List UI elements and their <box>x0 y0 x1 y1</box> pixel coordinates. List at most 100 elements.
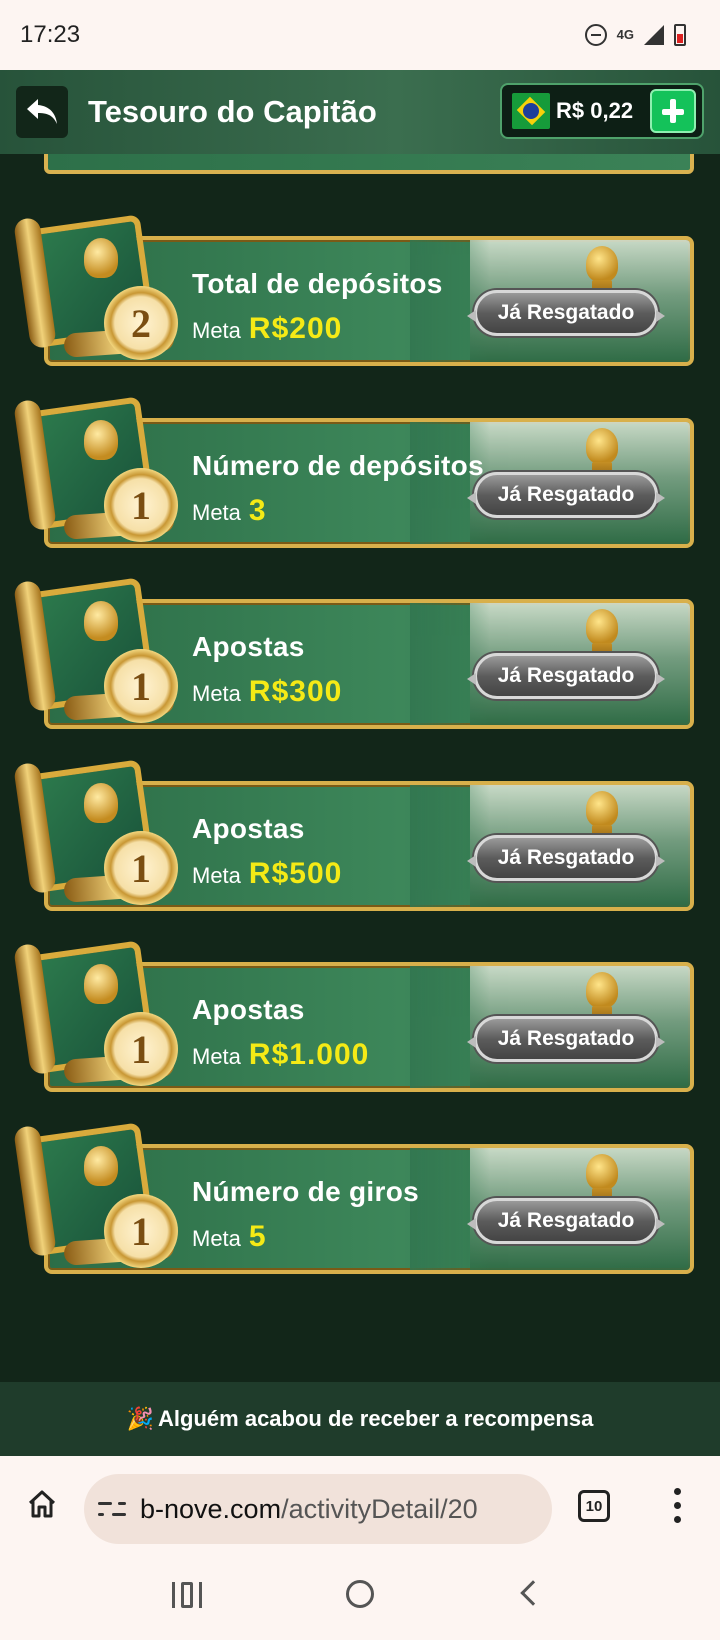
rank-medal: 1 <box>104 468 178 542</box>
rank-number: 1 <box>131 845 151 891</box>
claimed-button[interactable]: Já Resgatado <box>467 472 665 518</box>
meta-line: Meta R$200 <box>192 312 342 346</box>
meta-line: Meta 5 <box>192 1220 267 1254</box>
site-settings-icon[interactable] <box>98 1497 128 1521</box>
cup-icon <box>84 1146 118 1186</box>
claimed-label: Já Resgatado <box>497 1209 635 1232</box>
page-title: Tesouro do Capitão <box>88 94 377 129</box>
meta-label: Meta <box>192 863 241 888</box>
app-header: Tesouro do Capitão R$ 0,22 <box>0 70 720 154</box>
meta-line: Meta R$1.000 <box>192 1038 369 1072</box>
claimed-label: Já Resgatado <box>497 483 635 506</box>
rank-medal: 1 <box>104 1194 178 1268</box>
meta-value: R$300 <box>248 675 343 708</box>
notice-text: Alguém acabou de receber a recompensa <box>158 1406 594 1431</box>
task-card: 2 Total de depósitos Meta R$200 Já Resga… <box>0 212 720 372</box>
meta-value: R$200 <box>248 312 343 345</box>
meta-value: R$500 <box>248 857 343 890</box>
meta-label: Meta <box>192 500 241 525</box>
add-funds-button[interactable] <box>650 89 696 133</box>
scroll-icon: 1 <box>13 1120 178 1280</box>
tabs-button[interactable]: 10 <box>578 1490 610 1522</box>
task-title: Total de depósitos <box>192 268 443 299</box>
scroll-icon: 1 <box>13 394 178 554</box>
task-list: 2 Total de depósitos Meta R$200 Já Resga… <box>0 154 720 1382</box>
claimed-label: Já Resgatado <box>497 301 635 324</box>
claimed-button[interactable]: Já Resgatado <box>467 290 665 336</box>
browser-toolbar: b-nove.com/activityDetail/20 10 <box>0 1456 720 1556</box>
scroll-icon: 1 <box>13 575 178 735</box>
rank-medal: 1 <box>104 649 178 723</box>
meta-line: Meta R$500 <box>192 857 342 891</box>
scroll-icon: 1 <box>13 938 178 1098</box>
task-card: 1 Apostas Meta R$1.000 Já Resgatado <box>0 938 720 1098</box>
cup-icon <box>84 238 118 278</box>
cup-icon <box>84 420 118 460</box>
rank-number: 1 <box>131 1026 151 1072</box>
task-card: 1 Apostas Meta R$500 Já Resgatado <box>0 757 720 917</box>
task-title: Apostas <box>192 994 305 1025</box>
meta-value: 5 <box>248 1220 267 1253</box>
claimed-button[interactable]: Já Resgatado <box>467 1198 665 1244</box>
url-field[interactable]: b-nove.com/activityDetail/20 <box>84 1474 552 1544</box>
task-card: 1 Número de giros Meta 5 Já Resgatado <box>0 1120 720 1280</box>
status-icons: 4G <box>584 24 686 46</box>
rank-medal: 1 <box>104 1012 178 1086</box>
meta-label: Meta <box>192 1044 241 1069</box>
scroll-icon: 2 <box>13 212 178 372</box>
url-path: /activityDetail/20 <box>281 1493 478 1524</box>
meta-label: Meta <box>192 1226 241 1251</box>
meta-value: 3 <box>248 494 267 527</box>
home-nav-button[interactable] <box>346 1580 374 1608</box>
clock: 17:23 <box>20 21 81 48</box>
status-bar: 17:23 4G <box>0 0 720 70</box>
url-text: b-nove.com/activityDetail/20 <box>140 1494 478 1525</box>
partial-task-card <box>44 154 694 174</box>
task-title: Número de giros <box>192 1176 419 1207</box>
meta-label: Meta <box>192 318 241 343</box>
task-title: Número de depósitos <box>192 450 484 481</box>
task-card: 1 Número de depósitos Meta 3 Já Resgatad… <box>0 394 720 554</box>
dnd-icon <box>584 24 607 46</box>
network-type: 4G <box>616 27 634 42</box>
cup-icon <box>84 783 118 823</box>
signal-icon <box>644 25 664 45</box>
back-arrow-icon <box>27 99 57 124</box>
rank-number: 1 <box>131 663 151 709</box>
rank-number: 1 <box>131 1208 151 1254</box>
cup-icon <box>84 964 118 1004</box>
cup-icon <box>84 601 118 641</box>
rank-number: 2 <box>131 300 151 346</box>
rank-medal: 2 <box>104 286 178 360</box>
tab-count: 10 <box>585 1497 603 1515</box>
meta-label: Meta <box>192 681 241 706</box>
claimed-button[interactable]: Já Resgatado <box>467 1016 665 1062</box>
task-card: 1 Apostas Meta R$300 Já Resgatado <box>0 575 720 735</box>
home-icon[interactable] <box>26 1488 58 1520</box>
task-title: Apostas <box>192 631 305 662</box>
claimed-label: Já Resgatado <box>497 664 635 687</box>
url-domain: b-nove.com <box>140 1493 282 1524</box>
claimed-button[interactable]: Já Resgatado <box>467 653 665 699</box>
claimed-label: Já Resgatado <box>497 846 635 869</box>
rank-number: 1 <box>131 482 151 528</box>
meta-line: Meta 3 <box>192 494 267 528</box>
balance-box[interactable]: R$ 0,22 <box>500 83 704 139</box>
back-button[interactable] <box>16 86 68 138</box>
party-popper-icon: 🎉 <box>126 1406 155 1431</box>
balance-amount: R$ 0,22 <box>556 98 634 123</box>
recents-button[interactable] <box>172 1582 202 1608</box>
claimed-button[interactable]: Já Resgatado <box>467 835 665 881</box>
browser-menu-icon[interactable] <box>668 1488 688 1524</box>
claimed-label: Já Resgatado <box>497 1027 635 1050</box>
reward-notice-bar: 🎉 Alguém acabou de receber a recompensa <box>0 1382 720 1456</box>
battery-icon <box>674 24 686 46</box>
back-nav-button[interactable] <box>520 1580 546 1606</box>
rank-medal: 1 <box>104 831 178 905</box>
scroll-icon: 1 <box>13 757 178 917</box>
task-title: Apostas <box>192 813 305 844</box>
meta-line: Meta R$300 <box>192 675 342 709</box>
system-nav-bar <box>0 1556 720 1640</box>
meta-value: R$1.000 <box>248 1038 370 1071</box>
brazil-flag-icon <box>512 93 550 129</box>
